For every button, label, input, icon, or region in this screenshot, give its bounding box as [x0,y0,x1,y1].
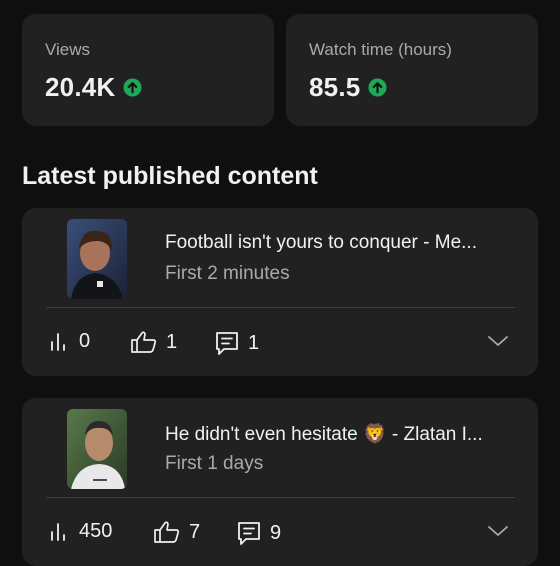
previous-section-cutoff [0,0,560,14]
divider [46,307,515,308]
content-card[interactable]: Football isn't yours to conquer - Me... … [22,208,538,376]
video-title[interactable]: Football isn't yours to conquer - Me... [165,232,515,254]
views-count: 0 [79,330,91,352]
thumbs-up-icon [154,521,180,543]
views-count: 450 [79,520,113,542]
comments-count: 9 [270,521,282,544]
likes-metric: 1 [130,330,177,354]
comment-icon [216,332,238,355]
likes-metric: 7 [153,520,200,544]
bar-chart-icon [51,332,65,351]
bar-chart-icon [51,522,65,541]
chevron-down-icon[interactable] [487,333,509,349]
trend-up-icon [123,78,142,97]
likes-count: 1 [166,330,178,353]
trend-up-icon [368,78,387,97]
video-thumbnail[interactable] [67,219,127,299]
comments-metric: 1 [214,330,259,356]
views-metric: 450 [49,520,112,543]
views-value-row: 20.4K [45,72,142,103]
views-stat-card[interactable]: Views 20.4K [22,14,274,126]
views-value: 20.4K [45,72,116,102]
video-subtitle: First 2 minutes [165,263,290,284]
section-title: Latest published content [22,162,318,190]
video-title[interactable]: He didn't even hesitate 🦁 - Zlatan I... [165,422,515,446]
watch-time-stat-card[interactable]: Watch time (hours) 85.5 [286,14,538,126]
comments-count: 1 [248,331,260,354]
divider [46,497,515,498]
views-metric: 0 [49,330,90,353]
comment-icon [238,522,260,545]
video-thumbnail[interactable] [67,409,127,489]
watch-time-value-row: 85.5 [309,72,387,103]
comments-metric: 9 [236,520,281,546]
views-label: Views [45,40,91,59]
likes-count: 7 [189,520,201,543]
video-subtitle: First 1 days [165,453,264,474]
content-card[interactable]: He didn't even hesitate 🦁 - Zlatan I... … [22,398,538,566]
thumbs-up-icon [131,331,157,353]
watch-time-label: Watch time (hours) [309,40,452,59]
watch-time-value: 85.5 [309,72,361,102]
chevron-down-icon[interactable] [487,523,509,539]
